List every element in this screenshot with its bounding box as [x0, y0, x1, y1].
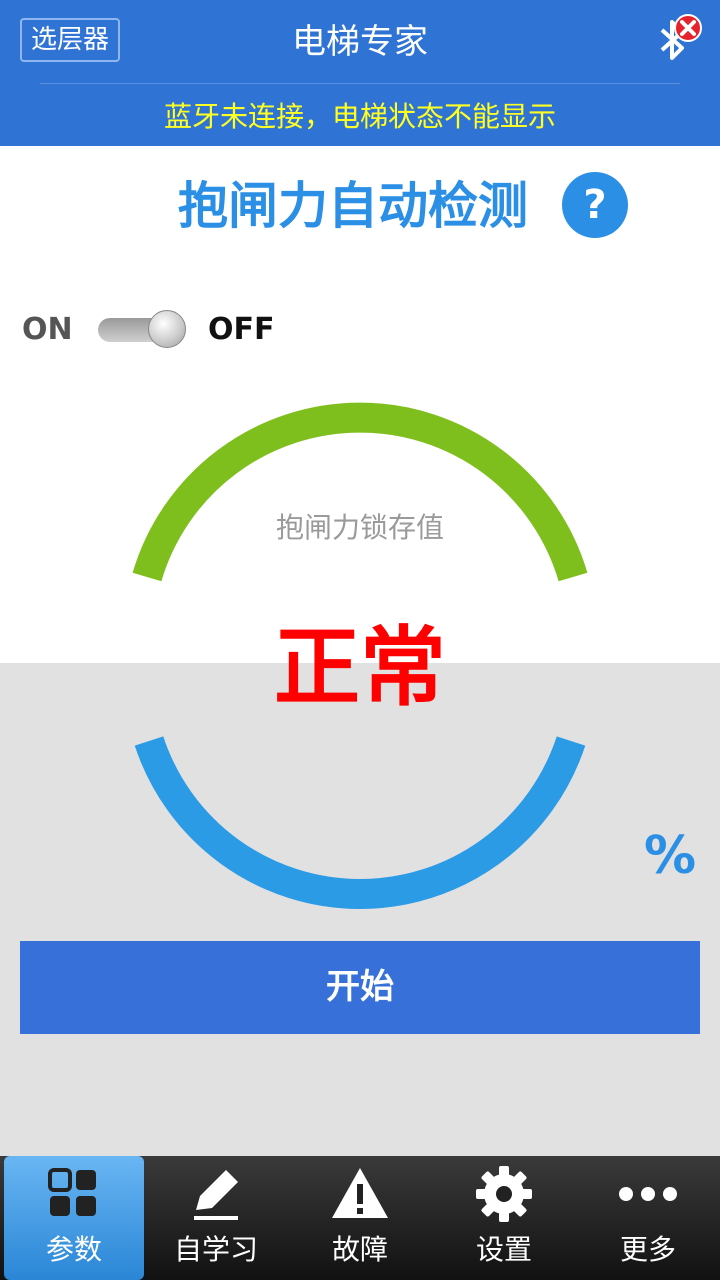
pencil-icon	[194, 1170, 238, 1220]
more-dots-icon	[619, 1187, 677, 1201]
gauge-label: 抱闸力锁存值	[275, 511, 444, 544]
tab-more[interactable]: 更多	[578, 1156, 718, 1280]
gauge-upper-arc	[132, 402, 588, 582]
tab-settings[interactable]: 设置	[434, 1156, 574, 1280]
bluetooth-disconnected-icon[interactable]	[648, 10, 708, 70]
app-header: 选层器 电梯专家 蓝牙未连接，电梯状态不能显示	[0, 0, 720, 146]
bottom-tab-bar: 参数 自学习 故障 设置 更多	[0, 1156, 720, 1280]
tab-label: 故障	[331, 1233, 388, 1266]
tab-label: 参数	[45, 1233, 102, 1266]
app-title: 电梯专家	[292, 22, 428, 62]
toggle-off-label: OFF	[208, 312, 275, 347]
page-title: 抱闸力自动检测	[178, 177, 528, 235]
warning-icon	[332, 1168, 388, 1218]
gear-icon	[476, 1166, 532, 1222]
percent-unit: %	[644, 826, 697, 886]
start-button[interactable]: 开始	[20, 941, 700, 1034]
help-button[interactable]: ?	[562, 172, 628, 238]
toggle-on-label: ON	[22, 312, 73, 347]
tab-params[interactable]: 参数	[4, 1156, 144, 1280]
tab-self-learning[interactable]: 自学习	[146, 1156, 286, 1280]
on-off-toggle[interactable]	[96, 310, 192, 350]
gauge-status-value: 正常	[274, 618, 446, 718]
tab-label: 自学习	[173, 1233, 258, 1266]
tab-label: 设置	[475, 1233, 532, 1266]
tab-faults[interactable]: 故障	[290, 1156, 430, 1280]
grid-icon	[48, 1168, 96, 1216]
header-divider	[40, 83, 680, 84]
bluetooth-status-text: 蓝牙未连接，电梯状态不能显示	[163, 100, 556, 133]
toggle-knob[interactable]	[148, 310, 186, 348]
gauge-lower-arc	[134, 736, 586, 909]
tab-label: 更多	[619, 1233, 676, 1266]
